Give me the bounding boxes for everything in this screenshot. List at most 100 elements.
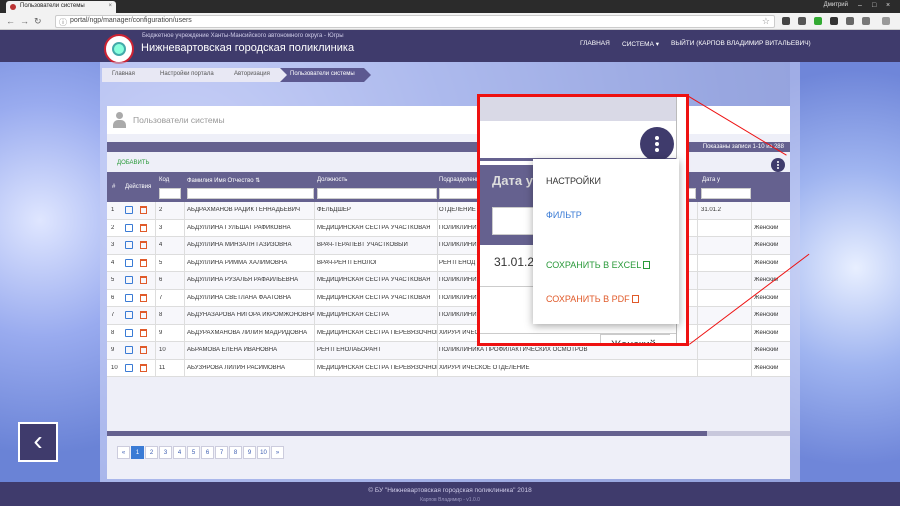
- edit-icon[interactable]: [125, 311, 133, 319]
- filter-fio-input[interactable]: [187, 188, 314, 199]
- delete-icon[interactable]: [140, 206, 147, 214]
- nav-logout[interactable]: ВЫЙТИ (КАРПОВ ВЛАДИМИР ВИТАЛЬЕВИЧ): [671, 40, 811, 47]
- breadcrumb-auth[interactable]: Авторизация: [224, 68, 287, 82]
- col-position[interactable]: Должность: [317, 177, 347, 183]
- delete-icon[interactable]: [140, 328, 147, 337]
- row-number: 9: [111, 347, 115, 353]
- add-button[interactable]: ДОБАВИТЬ: [117, 160, 149, 166]
- cell-divider: [155, 254, 156, 272]
- cell-gender: Женский: [754, 312, 779, 318]
- edit-icon[interactable]: [125, 206, 133, 214]
- delete-icon[interactable]: [140, 311, 147, 319]
- delete-icon[interactable]: [140, 346, 147, 354]
- tab-close-icon[interactable]: ×: [108, 3, 112, 9]
- edit-icon[interactable]: [125, 293, 133, 302]
- maximize-icon[interactable]: □: [872, 2, 876, 9]
- horizontal-scrollbar[interactable]: [107, 431, 790, 436]
- col-date[interactable]: Дата у: [702, 177, 720, 183]
- browser-tabbar: Пользователи системы × Дмитрий – □ ×: [0, 0, 900, 13]
- back-button[interactable]: ‹: [18, 422, 58, 462]
- page-button[interactable]: 10: [257, 446, 270, 459]
- close-window-icon[interactable]: ×: [886, 2, 890, 9]
- col-code[interactable]: Код: [159, 177, 169, 183]
- minimize-icon[interactable]: –: [858, 2, 862, 9]
- delete-icon[interactable]: [140, 276, 147, 284]
- filter-position-input[interactable]: [317, 188, 437, 199]
- breadcrumb-home[interactable]: Главная: [102, 68, 157, 82]
- browser-tab[interactable]: Пользователи системы ×: [6, 1, 116, 13]
- cell-divider: [184, 219, 185, 237]
- nav-system[interactable]: СИСТЕМА ▾: [622, 40, 659, 48]
- zoom-callout: Дата у 31.01.2 Женский НАСТРОЙКИ ФИЛЬТР …: [477, 94, 689, 346]
- page-button[interactable]: 7: [215, 446, 228, 459]
- filter-date-input[interactable]: [701, 188, 751, 199]
- cell-department: ХИРУРГИЧЕСКОЕ ОТДЕЛЕНИЕ: [439, 364, 530, 371]
- extension-icon[interactable]: [782, 17, 790, 25]
- browser-user[interactable]: Дмитрий: [824, 2, 848, 8]
- delete-icon[interactable]: [140, 293, 147, 302]
- cell-position: МЕДИЦИНСКАЯ СЕСТРА УЧАСТКОВАЯ: [317, 224, 431, 231]
- delete-icon[interactable]: [140, 258, 147, 267]
- edit-icon[interactable]: [125, 223, 133, 232]
- delete-icon[interactable]: [140, 241, 147, 249]
- edit-icon[interactable]: [125, 258, 133, 267]
- cell-divider: [751, 202, 752, 220]
- menu-save-excel[interactable]: СОХРАНИТЬ В EXCEL: [546, 260, 651, 270]
- menu-settings[interactable]: НАСТРОЙКИ: [546, 176, 601, 186]
- row-number: 10: [111, 364, 118, 371]
- page-button[interactable]: 3: [159, 446, 172, 459]
- menu-filter[interactable]: ФИЛЬТР: [546, 210, 582, 220]
- page-button[interactable]: 8: [229, 446, 242, 459]
- cell-divider: [184, 307, 185, 325]
- row-number: 7: [111, 312, 115, 318]
- col-number: #: [112, 184, 116, 190]
- url-input[interactable]: ⓘ portal/ngp/manager/configuration/users…: [55, 15, 775, 28]
- cell-gender: Женский: [754, 364, 779, 371]
- edit-icon[interactable]: [125, 241, 133, 249]
- page-button[interactable]: 5: [187, 446, 200, 459]
- page-button[interactable]: 1: [131, 446, 144, 459]
- extension-icon[interactable]: [814, 17, 822, 25]
- col-fio[interactable]: Фамилия Имя Отчество ⇅: [187, 177, 260, 184]
- nav-home[interactable]: ГЛАВНАЯ: [580, 40, 610, 47]
- more-menu-icon[interactable]: [771, 158, 785, 172]
- edit-icon[interactable]: [125, 328, 133, 337]
- browser-menu-icon[interactable]: [882, 17, 890, 25]
- extension-icon[interactable]: [862, 17, 870, 25]
- extension-icon[interactable]: [846, 17, 854, 25]
- table-row[interactable]: 10 11 АБУЗЯРОВА ЛИЛИЯ РАСИМОВНА МЕДИЦИНСКАЯ…: [107, 359, 790, 377]
- cell-fio: АБДУЛЛИНА ГУЛЬШАТ РАФИКОВНА: [187, 224, 291, 231]
- page-button[interactable]: 9: [243, 446, 256, 459]
- extension-icon[interactable]: [798, 17, 806, 25]
- extension-icon[interactable]: [830, 17, 838, 25]
- reload-icon[interactable]: ↻: [34, 16, 42, 27]
- delete-icon[interactable]: [140, 223, 147, 232]
- cell-divider: [155, 289, 156, 307]
- cell-divider: [184, 237, 185, 255]
- cell-divider: [697, 342, 698, 360]
- edit-icon[interactable]: [125, 276, 133, 284]
- delete-icon[interactable]: [140, 363, 147, 372]
- clinic-name[interactable]: Нижневартовская городская поликлиника: [141, 42, 354, 54]
- edit-icon[interactable]: [125, 363, 133, 372]
- cell-divider: [437, 272, 438, 290]
- filter-code-input[interactable]: [159, 188, 181, 199]
- more-menu-icon[interactable]: [640, 127, 674, 161]
- breadcrumb-portal-settings[interactable]: Настройки портала: [150, 68, 231, 82]
- forward-arrow-icon[interactable]: →: [20, 16, 29, 26]
- menu-save-pdf[interactable]: СОХРАНИТЬ В PDF: [546, 294, 640, 304]
- page-button[interactable]: 6: [201, 446, 214, 459]
- cell-position: МЕДИЦИНСКАЯ СЕСТРА УЧАСТКОВАЯ: [317, 277, 431, 283]
- site-info-icon[interactable]: ⓘ: [59, 17, 67, 28]
- page-button[interactable]: »: [271, 446, 284, 459]
- scrollbar-thumb[interactable]: [107, 431, 707, 436]
- page-button[interactable]: «: [117, 446, 130, 459]
- page-button[interactable]: 2: [145, 446, 158, 459]
- edit-icon[interactable]: [125, 346, 133, 354]
- site-header: Бюджетное учреждение Ханты-Мансийского а…: [0, 30, 900, 64]
- clinic-logo[interactable]: [104, 34, 134, 64]
- bookmark-star-icon[interactable]: ☆: [762, 16, 770, 27]
- back-arrow-icon[interactable]: ←: [6, 16, 15, 26]
- address-bar: ← → ↻ ⓘ portal/ngp/manager/configuration…: [0, 13, 900, 30]
- page-button[interactable]: 4: [173, 446, 186, 459]
